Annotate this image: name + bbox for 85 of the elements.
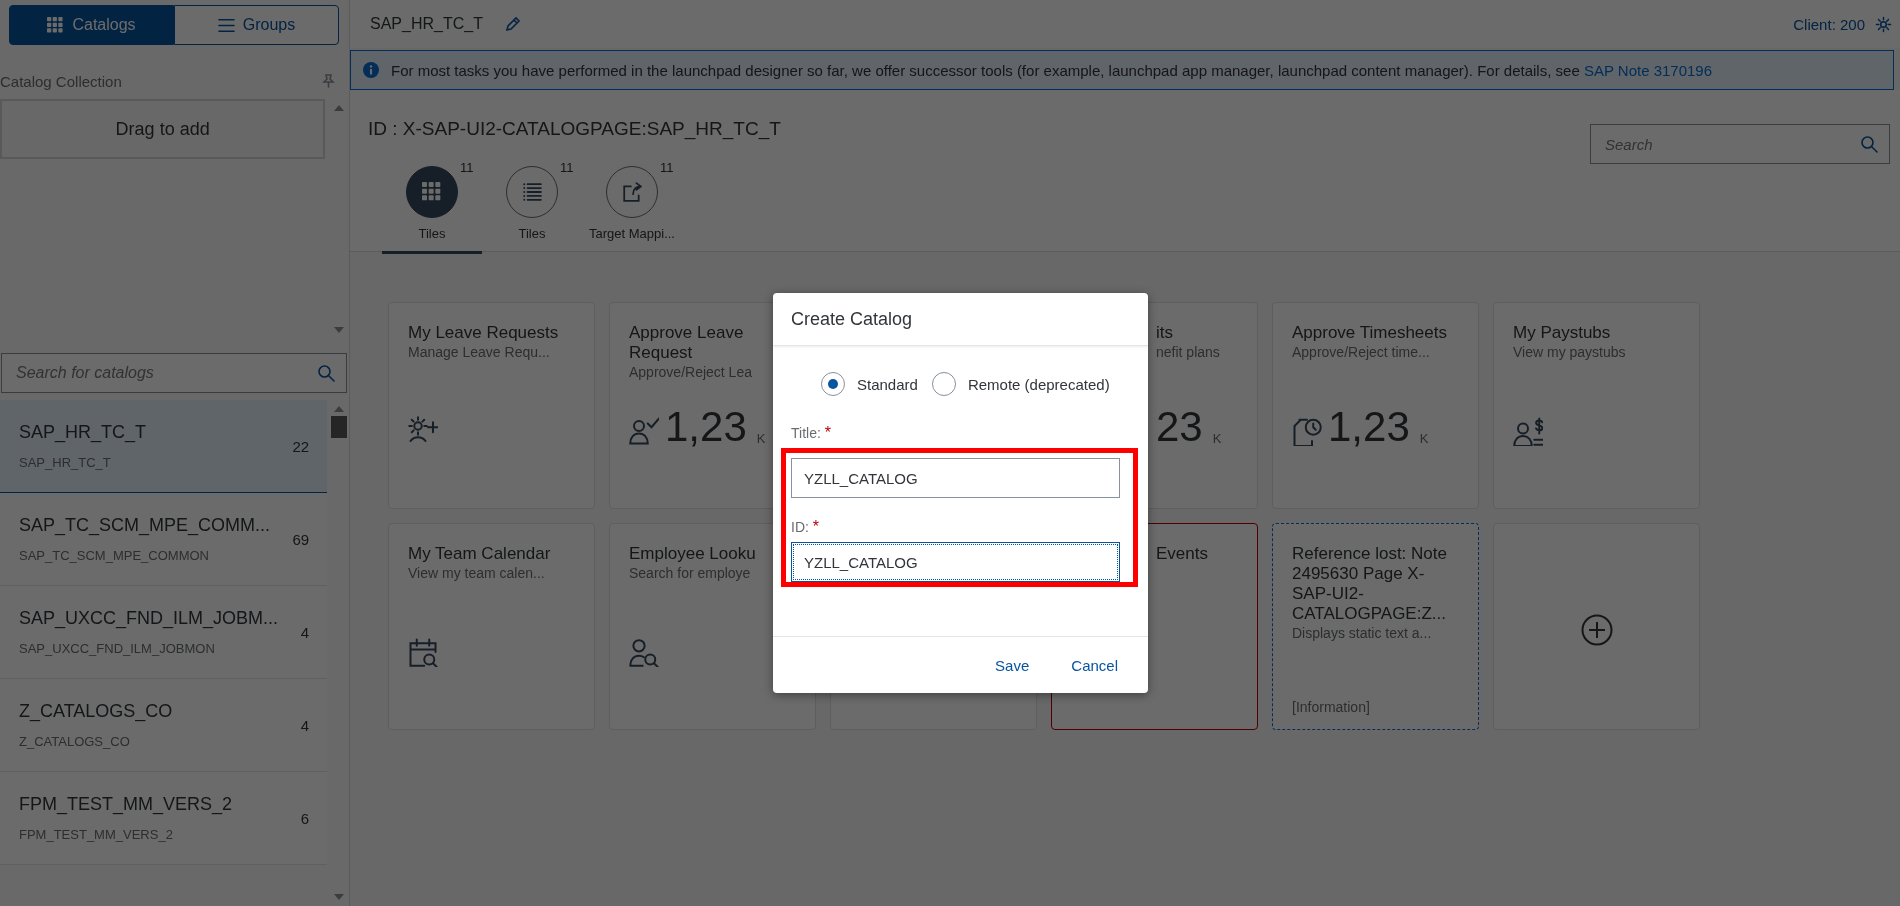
page-title: ID : X-SAP-UI2-CATALOGPAGE:SAP_HR_TC_T [368, 118, 781, 140]
pin-icon[interactable] [321, 74, 335, 88]
section-title: Catalog Collection [0, 72, 122, 90]
tile-footer: [Information] [1292, 699, 1460, 715]
tile-subtitle: View my paystubs [1513, 343, 1627, 361]
catalog-name: SAP_HR_TC_T [370, 15, 483, 33]
note-link[interactable]: SAP Note 3170196 [1583, 61, 1713, 79]
tile-subtitle: Search for employe [629, 564, 752, 582]
tile-subtitle: Approve/Reject time... [1292, 343, 1431, 361]
search-field[interactable]: Search [1590, 124, 1890, 164]
person-search-icon [629, 637, 659, 667]
tile-count: 22 [292, 437, 310, 455]
share-icon [622, 182, 642, 202]
catalog-id: Z_CATALOGS_CO [19, 734, 131, 749]
grid-icon [47, 16, 65, 34]
catalog-title: FPM_TEST_MM_VERS_2 [19, 794, 234, 815]
search-field[interactable]: Search for catalogs [1, 353, 347, 393]
radio-option[interactable]: Remote (deprecated) [931, 372, 1110, 396]
save-button[interactable]: Save [981, 648, 1044, 682]
tile-subtitle: View my team calen... [408, 564, 546, 582]
info-icon [363, 62, 379, 78]
tab-label: Target Mappi... [589, 226, 675, 241]
tile-title: its [1156, 323, 1174, 343]
catalog-title: SAP_TC_SCM_MPE_COMM... [19, 515, 272, 536]
search-icon [1860, 135, 1878, 153]
settings-icon[interactable] [1875, 15, 1892, 33]
catalog-title: Z_CATALOGS_CO [19, 701, 174, 722]
text-input[interactable]: YZLL_CATALOG [791, 542, 1120, 582]
tile-title: My Leave Requests [408, 323, 560, 343]
plus-circle-icon [1581, 613, 1613, 646]
kpi-unit: K [1419, 431, 1429, 446]
kpi-value: 1,23 [665, 408, 747, 446]
person-check-icon [629, 416, 659, 446]
tile-subtitle: Displays static text a... [1292, 624, 1433, 642]
tab-count: 11 [560, 160, 574, 175]
catalog-id: SAP_TC_SCM_MPE_COMMON [19, 548, 210, 563]
drop-zone: Drag to add [0, 99, 326, 159]
tile-count: 6 [300, 809, 310, 827]
tile-subtitle: nefit plans [1156, 343, 1221, 361]
field-label: Title: * [791, 424, 832, 442]
tile-title: Reference lost: Note 2495630 Page X-SAP-UI2-CATALOGPAGE:Z... [1292, 544, 1448, 624]
document-clock-icon [1292, 416, 1322, 446]
edit-icon[interactable] [504, 16, 521, 32]
calendar-search-icon [408, 637, 438, 667]
tab-label: Tiles [418, 226, 446, 241]
radio-option[interactable]: Standard [821, 372, 918, 396]
tile-count: 69 [292, 530, 310, 548]
tab-count: 11 [660, 160, 674, 175]
groups-tab[interactable]: Groups [174, 5, 339, 45]
text-input[interactable]: YZLL_CATALOG [791, 458, 1120, 498]
kpi-value: 23 [1156, 408, 1203, 446]
tile-title: Employee Looku [629, 544, 757, 564]
catalog-id: SAP_UXCC_FND_ILM_JOBMON [19, 641, 216, 656]
cancel-button[interactable]: Cancel [1057, 648, 1132, 682]
tile-title: My Paystubs [1513, 323, 1612, 343]
tab-label: Tiles [518, 226, 546, 241]
add-tile[interactable] [1493, 523, 1700, 730]
radio-label: Remote (deprecated) [967, 375, 1110, 393]
catalogs-tab[interactable]: Catalogs [9, 5, 174, 45]
search-icon [317, 364, 335, 382]
dialog-title: Create Catalog [773, 293, 1148, 346]
list-icon [522, 182, 542, 202]
info-message: For most tasks you have performed in the launchpad designer so far, we offer successor tools (for example, launchpad app manager, launchpad content manager). For details, see SAP Note 3170196 [391, 61, 1713, 79]
menu-icon [217, 16, 235, 34]
grid-icon [422, 182, 442, 202]
tile-subtitle: Approve/Reject Lea [629, 363, 753, 381]
tile-title: Events [1156, 544, 1209, 564]
field-label: ID: * [791, 518, 820, 536]
tile-title: Approve Timesheets [1292, 323, 1448, 343]
tile-title: My Team Calendar [408, 544, 552, 564]
kpi-unit: K [1212, 431, 1222, 446]
kpi-value: 1,23 [1328, 408, 1410, 446]
person-dollar-icon [1513, 416, 1543, 446]
catalog-list-item[interactable]: SAP_HR_TC_T SAP_HR_TC_T 22 [0, 400, 328, 493]
tile-subtitle: Manage Leave Requ... [408, 343, 551, 361]
tile-title: Approve Leave Request [629, 323, 745, 363]
tile-count: 4 [300, 623, 310, 641]
catalog-title: SAP_HR_TC_T [19, 422, 148, 443]
client-label: Client: 200 [1793, 15, 1865, 33]
catalog-id: FPM_TEST_MM_VERS_2 [19, 827, 174, 842]
radio-label: Standard [857, 375, 918, 393]
kpi-unit: K [756, 431, 766, 446]
catalog-id: SAP_HR_TC_T [19, 455, 112, 470]
catalog-title: SAP_UXCC_FND_ILM_JOBM... [19, 608, 280, 629]
tile-count: 4 [300, 716, 310, 734]
